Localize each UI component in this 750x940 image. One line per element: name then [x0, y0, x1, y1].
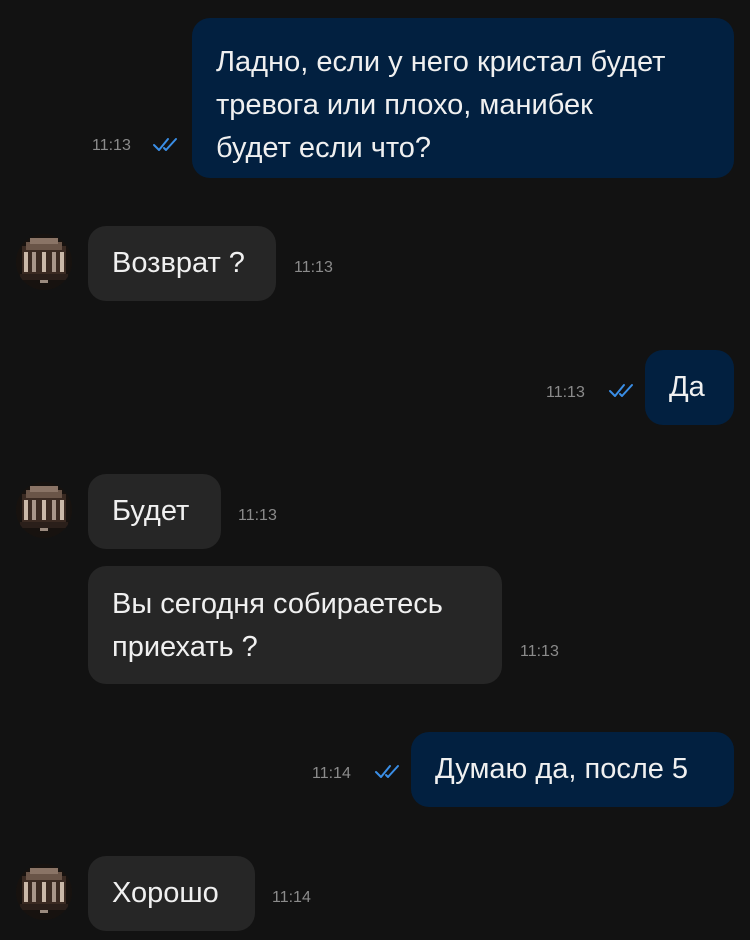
message-timestamp: 11:14 [312, 765, 351, 782]
avatar-image [16, 482, 72, 538]
incoming-message-bubble[interactable]: Вы сегодня собираетесь приехать ? [88, 566, 502, 684]
double-check-icon [375, 765, 399, 778]
message-timestamp: 11:14 [272, 889, 311, 906]
message-timestamp: 11:13 [294, 259, 333, 276]
incoming-message-bubble[interactable]: Возврат ? [88, 226, 276, 301]
message-text-line: Возврат ? [112, 247, 245, 279]
message-text-line: Да [669, 371, 705, 403]
outgoing-message-bubble[interactable]: Ладно, если у него кристал будет тревога… [192, 18, 734, 178]
avatar-image [16, 864, 72, 920]
double-check-icon [153, 138, 177, 151]
message-text-line: тревога или плохо, манибек [216, 89, 593, 121]
message-timestamp: 11:13 [520, 643, 559, 660]
message-text-line: Будет [112, 495, 190, 527]
avatar[interactable] [16, 482, 72, 538]
avatar[interactable] [16, 234, 72, 290]
outgoing-message-bubble[interactable]: Думаю да, после 5 [411, 732, 734, 807]
message-text-line: будет если что? [216, 132, 432, 164]
message-timestamp: 11:13 [238, 507, 277, 524]
outgoing-message-bubble[interactable]: Да [645, 350, 734, 425]
message-text-line: приехать ? [112, 631, 258, 663]
avatar-image [16, 234, 72, 290]
message-text-line: Ладно, если у него кристал будет [216, 46, 666, 78]
incoming-message-bubble[interactable]: Будет [88, 474, 221, 549]
message-text-line: Вы сегодня собираетесь [112, 588, 443, 620]
message-timestamp: 11:13 [546, 384, 585, 401]
message-text-line: Думаю да, после 5 [435, 753, 689, 785]
avatar[interactable] [16, 864, 72, 920]
message-timestamp: 11:13 [92, 137, 131, 154]
double-check-icon [609, 384, 633, 397]
incoming-message-bubble[interactable]: Хорошо [88, 856, 255, 931]
message-text-line: Хорошо [112, 877, 219, 909]
